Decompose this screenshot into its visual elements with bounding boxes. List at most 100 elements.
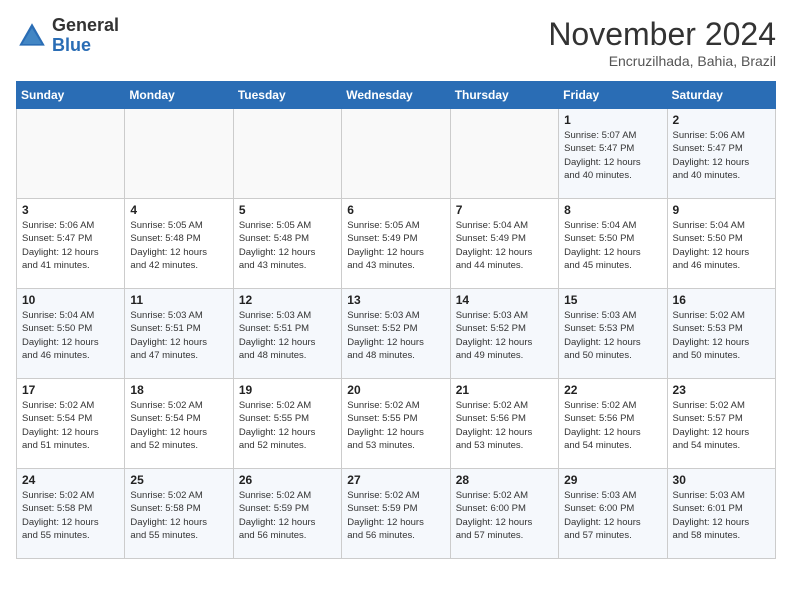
calendar-cell: 13Sunrise: 5:03 AMSunset: 5:52 PMDayligh… bbox=[342, 289, 450, 379]
day-number: 24 bbox=[22, 473, 119, 487]
day-number: 11 bbox=[130, 293, 227, 307]
day-number: 1 bbox=[564, 113, 661, 127]
calendar-cell: 27 Sunrise: 5:02 AMSunset: 5:59 PMDayligh… bbox=[342, 469, 450, 559]
day-number: 29 bbox=[564, 473, 661, 487]
day-info: Sunrise: 5:03 AMSunset: 5:51 PMDaylight:… bbox=[239, 309, 336, 362]
calendar-cell: 26 Sunrise: 5:02 AMSunset: 5:59 PMDayligh… bbox=[233, 469, 341, 559]
calendar-cell: 22 Sunrise: 5:02 AMSunset: 5:56 PMDayligh… bbox=[559, 379, 667, 469]
calendar-cell: 1Sunrise: 5:07 AMSunset: 5:47 PMDaylight… bbox=[559, 109, 667, 199]
calendar-cell: 20Sunrise: 5:02 AMSunset: 5:55 PMDayligh… bbox=[342, 379, 450, 469]
calendar-header: SundayMondayTuesdayWednesdayThursdayFrid… bbox=[17, 82, 776, 109]
calendar-cell: 14Sunrise: 5:03 AMSunset: 5:52 PMDayligh… bbox=[450, 289, 558, 379]
day-info: Sunrise: 5:02 AMSunset: 5:58 PMDaylight:… bbox=[22, 489, 119, 542]
calendar-cell: 4 Sunrise: 5:05 AMSunset: 5:48 PMDaylight… bbox=[125, 199, 233, 289]
calendar-cell: 18 Sunrise: 5:02 AMSunset: 5:54 PMDayligh… bbox=[125, 379, 233, 469]
day-info: Sunrise: 5:05 AMSunset: 5:48 PMDaylight:… bbox=[239, 219, 336, 272]
day-info: Sunrise: 5:02 AMSunset: 5:55 PMDaylight:… bbox=[239, 399, 336, 452]
calendar-cell bbox=[125, 109, 233, 199]
calendar-cell: 28 Sunrise: 5:02 AMSunset: 6:00 PMDayligh… bbox=[450, 469, 558, 559]
day-info: Sunrise: 5:02 AMSunset: 5:58 PMDaylight:… bbox=[130, 489, 227, 542]
calendar-cell: 17 Sunrise: 5:02 AMSunset: 5:54 PMDayligh… bbox=[17, 379, 125, 469]
day-info: Sunrise: 5:03 AMSunset: 5:51 PMDaylight:… bbox=[130, 309, 227, 362]
calendar-cell bbox=[233, 109, 341, 199]
calendar-cell: 6 Sunrise: 5:05 AMSunset: 5:49 PMDaylight… bbox=[342, 199, 450, 289]
calendar-cell: 24 Sunrise: 5:02 AMSunset: 5:58 PMDayligh… bbox=[17, 469, 125, 559]
day-info: Sunrise: 5:02 AMSunset: 5:54 PMDaylight:… bbox=[22, 399, 119, 452]
day-info: Sunrise: 5:02 AMSunset: 6:00 PMDaylight:… bbox=[456, 489, 553, 542]
day-number: 2 bbox=[673, 113, 770, 127]
calendar-cell: 7Sunrise: 5:04 AMSunset: 5:49 PMDaylight… bbox=[450, 199, 558, 289]
day-number: 15 bbox=[564, 293, 661, 307]
calendar-cell: 3 Sunrise: 5:06 AMSunset: 5:47 PMDaylight… bbox=[17, 199, 125, 289]
day-info: Sunrise: 5:02 AMSunset: 5:59 PMDaylight:… bbox=[347, 489, 444, 542]
day-info: Sunrise: 5:02 AMSunset: 5:53 PMDaylight:… bbox=[673, 309, 770, 362]
calendar-week-3: 10 Sunrise: 5:04 AMSunset: 5:50 PMDayligh… bbox=[17, 289, 776, 379]
header-cell-wednesday: Wednesday bbox=[342, 82, 450, 109]
day-number: 30 bbox=[673, 473, 770, 487]
day-number: 27 bbox=[347, 473, 444, 487]
day-number: 14 bbox=[456, 293, 553, 307]
day-number: 10 bbox=[22, 293, 119, 307]
calendar-cell: 19 Sunrise: 5:02 AMSunset: 5:55 PMDayligh… bbox=[233, 379, 341, 469]
day-number: 21 bbox=[456, 383, 553, 397]
day-info: Sunrise: 5:03 AMSunset: 6:01 PMDaylight:… bbox=[673, 489, 770, 542]
day-number: 18 bbox=[130, 383, 227, 397]
day-info: Sunrise: 5:02 AMSunset: 5:54 PMDaylight:… bbox=[130, 399, 227, 452]
calendar-cell: 11 Sunrise: 5:03 AMSunset: 5:51 PMDayligh… bbox=[125, 289, 233, 379]
calendar-cell bbox=[450, 109, 558, 199]
calendar-table: SundayMondayTuesdayWednesdayThursdayFrid… bbox=[16, 81, 776, 559]
day-number: 8 bbox=[564, 203, 661, 217]
header-cell-thursday: Thursday bbox=[450, 82, 558, 109]
calendar-week-5: 24 Sunrise: 5:02 AMSunset: 5:58 PMDayligh… bbox=[17, 469, 776, 559]
calendar-cell: 2 Sunrise: 5:06 AMSunset: 5:47 PMDaylight… bbox=[667, 109, 775, 199]
day-number: 3 bbox=[22, 203, 119, 217]
calendar-cell: 23 Sunrise: 5:02 AMSunset: 5:57 PMDayligh… bbox=[667, 379, 775, 469]
day-number: 17 bbox=[22, 383, 119, 397]
header-cell-monday: Monday bbox=[125, 82, 233, 109]
day-number: 19 bbox=[239, 383, 336, 397]
day-number: 26 bbox=[239, 473, 336, 487]
calendar-week-4: 17 Sunrise: 5:02 AMSunset: 5:54 PMDayligh… bbox=[17, 379, 776, 469]
calendar-cell: 30 Sunrise: 5:03 AMSunset: 6:01 PMDayligh… bbox=[667, 469, 775, 559]
day-number: 6 bbox=[347, 203, 444, 217]
calendar-week-2: 3 Sunrise: 5:06 AMSunset: 5:47 PMDaylight… bbox=[17, 199, 776, 289]
day-info: Sunrise: 5:05 AMSunset: 5:49 PMDaylight:… bbox=[347, 219, 444, 272]
day-number: 12 bbox=[239, 293, 336, 307]
page-header: General Blue November 2024 Encruzilhada,… bbox=[16, 16, 776, 69]
day-number: 9 bbox=[673, 203, 770, 217]
logo: General Blue bbox=[16, 16, 119, 56]
title-block: November 2024 Encruzilhada, Bahia, Brazi… bbox=[548, 16, 776, 69]
calendar-cell: 21 Sunrise: 5:02 AMSunset: 5:56 PMDayligh… bbox=[450, 379, 558, 469]
day-info: Sunrise: 5:03 AMSunset: 5:52 PMDaylight:… bbox=[347, 309, 444, 362]
day-number: 22 bbox=[564, 383, 661, 397]
logo-text: General Blue bbox=[52, 16, 119, 56]
calendar-cell bbox=[17, 109, 125, 199]
day-info: Sunrise: 5:02 AMSunset: 5:56 PMDaylight:… bbox=[456, 399, 553, 452]
day-info: Sunrise: 5:03 AMSunset: 5:53 PMDaylight:… bbox=[564, 309, 661, 362]
day-info: Sunrise: 5:04 AMSunset: 5:50 PMDaylight:… bbox=[22, 309, 119, 362]
day-info: Sunrise: 5:02 AMSunset: 5:56 PMDaylight:… bbox=[564, 399, 661, 452]
calendar-week-1: 1Sunrise: 5:07 AMSunset: 5:47 PMDaylight… bbox=[17, 109, 776, 199]
day-number: 23 bbox=[673, 383, 770, 397]
day-info: Sunrise: 5:06 AMSunset: 5:47 PMDaylight:… bbox=[673, 129, 770, 182]
day-number: 7 bbox=[456, 203, 553, 217]
header-row: SundayMondayTuesdayWednesdayThursdayFrid… bbox=[17, 82, 776, 109]
logo-icon bbox=[16, 20, 48, 52]
day-number: 28 bbox=[456, 473, 553, 487]
day-number: 20 bbox=[347, 383, 444, 397]
day-number: 5 bbox=[239, 203, 336, 217]
day-info: Sunrise: 5:05 AMSunset: 5:48 PMDaylight:… bbox=[130, 219, 227, 272]
day-info: Sunrise: 5:02 AMSunset: 5:57 PMDaylight:… bbox=[673, 399, 770, 452]
calendar-cell: 29 Sunrise: 5:03 AMSunset: 6:00 PMDayligh… bbox=[559, 469, 667, 559]
calendar-cell: 5 Sunrise: 5:05 AMSunset: 5:48 PMDaylight… bbox=[233, 199, 341, 289]
day-number: 4 bbox=[130, 203, 227, 217]
calendar-cell: 15 Sunrise: 5:03 AMSunset: 5:53 PMDayligh… bbox=[559, 289, 667, 379]
day-info: Sunrise: 5:03 AMSunset: 6:00 PMDaylight:… bbox=[564, 489, 661, 542]
header-cell-saturday: Saturday bbox=[667, 82, 775, 109]
calendar-body: 1Sunrise: 5:07 AMSunset: 5:47 PMDaylight… bbox=[17, 109, 776, 559]
day-info: Sunrise: 5:06 AMSunset: 5:47 PMDaylight:… bbox=[22, 219, 119, 272]
day-info: Sunrise: 5:04 AMSunset: 5:50 PMDaylight:… bbox=[564, 219, 661, 272]
calendar-cell: 10 Sunrise: 5:04 AMSunset: 5:50 PMDayligh… bbox=[17, 289, 125, 379]
day-info: Sunrise: 5:02 AMSunset: 5:59 PMDaylight:… bbox=[239, 489, 336, 542]
month-title: November 2024 bbox=[548, 16, 776, 53]
